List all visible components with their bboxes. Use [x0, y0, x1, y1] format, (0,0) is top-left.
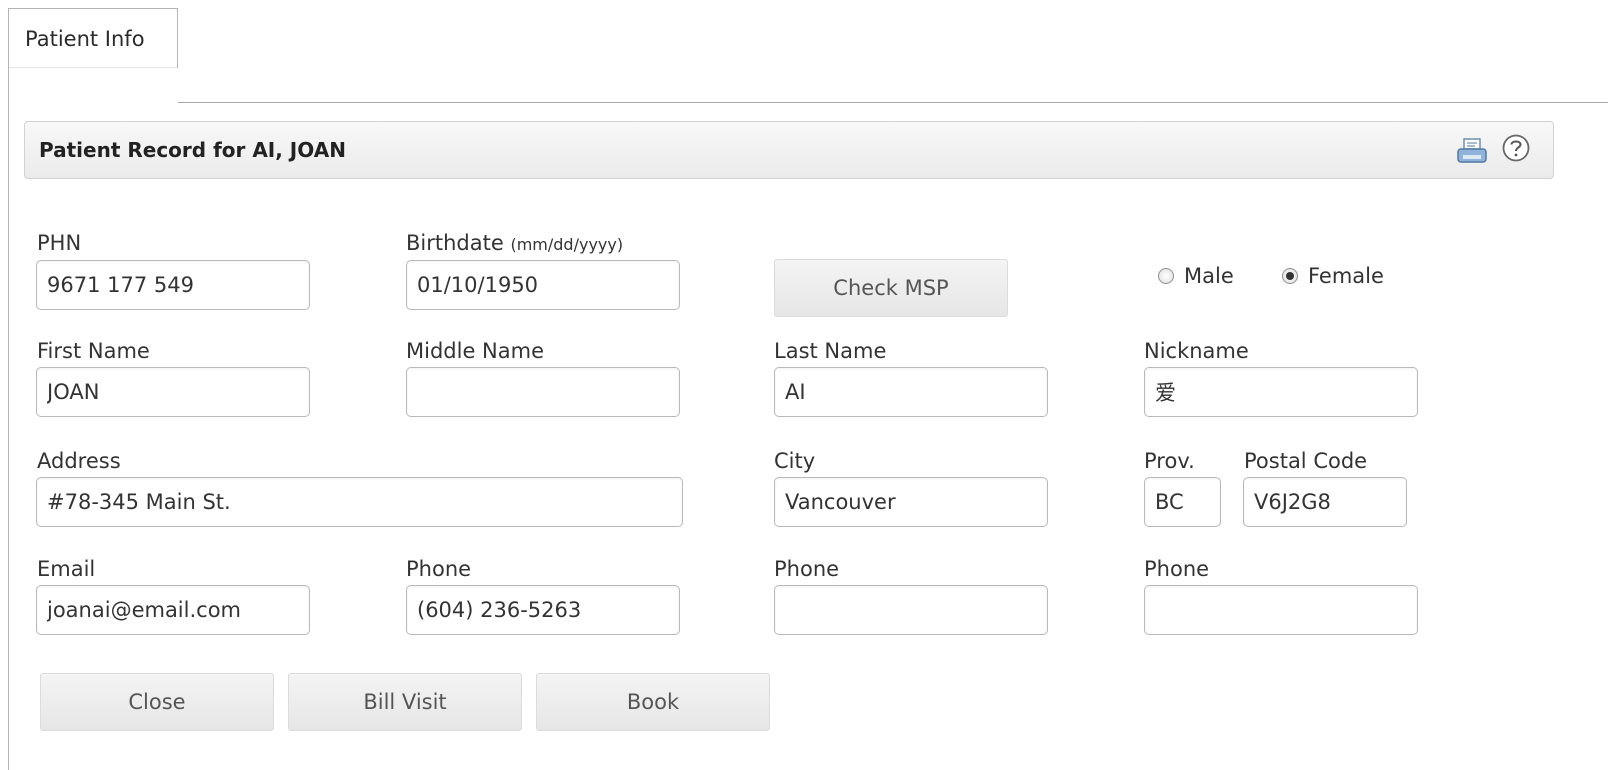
phn-label: PHN [37, 231, 82, 255]
print-icon[interactable] [1455, 136, 1489, 166]
phone-2-input[interactable] [774, 585, 1048, 635]
city-input[interactable] [774, 477, 1048, 527]
book-button[interactable]: Book [536, 673, 770, 731]
phn-input[interactable] [36, 260, 310, 310]
female-label: Female [1308, 264, 1384, 288]
female-radio[interactable] [1282, 268, 1298, 284]
prov-label: Prov. [1144, 449, 1195, 473]
birthdate-format-hint: (mm/dd/yyyy) [510, 235, 624, 254]
check-msp-button[interactable]: Check MSP [774, 259, 1008, 317]
gender-male-option[interactable]: Male [1158, 264, 1234, 288]
phone-3-label: Phone [1144, 557, 1210, 581]
last-name-input[interactable] [774, 367, 1048, 417]
postal-code-label: Postal Code [1244, 449, 1368, 473]
prov-input[interactable] [1144, 477, 1221, 527]
nickname-label: Nickname [1144, 339, 1249, 363]
phone-1-label: Phone [406, 557, 472, 581]
last-name-label: Last Name [774, 339, 887, 363]
phone-2-label: Phone [774, 557, 840, 581]
close-button[interactable]: Close [40, 673, 274, 731]
postal-code-input[interactable] [1243, 477, 1407, 527]
middle-name-label: Middle Name [406, 339, 544, 363]
birthdate-input[interactable] [406, 260, 680, 310]
middle-name-input[interactable] [406, 367, 680, 417]
city-label: City [774, 449, 816, 473]
nickname-input[interactable] [1144, 367, 1418, 417]
phone-1-input[interactable] [406, 585, 680, 635]
bill-visit-button[interactable]: Bill Visit [288, 673, 522, 731]
gender-female-option[interactable]: Female [1282, 264, 1384, 288]
email-input[interactable] [36, 585, 310, 635]
first-name-label: First Name [37, 339, 150, 363]
help-icon[interactable] [1501, 133, 1531, 163]
address-label: Address [37, 449, 121, 473]
phone-3-input[interactable] [1144, 585, 1418, 635]
tab-strip-divider [178, 102, 1608, 103]
first-name-input[interactable] [36, 367, 310, 417]
tab-patient-info[interactable]: Patient Info [8, 8, 178, 68]
birthdate-label: Birthdate (mm/dd/yyyy) [406, 231, 624, 255]
email-label: Email [37, 557, 96, 581]
address-input[interactable] [36, 477, 683, 527]
page-title: Patient Record for AI, JOAN [39, 138, 346, 162]
panel-left-border [8, 68, 9, 770]
tab-label: Patient Info [25, 27, 145, 51]
panel-header: Patient Record for AI, JOAN [24, 121, 1554, 179]
male-radio[interactable] [1158, 268, 1174, 284]
male-label: Male [1184, 264, 1234, 288]
